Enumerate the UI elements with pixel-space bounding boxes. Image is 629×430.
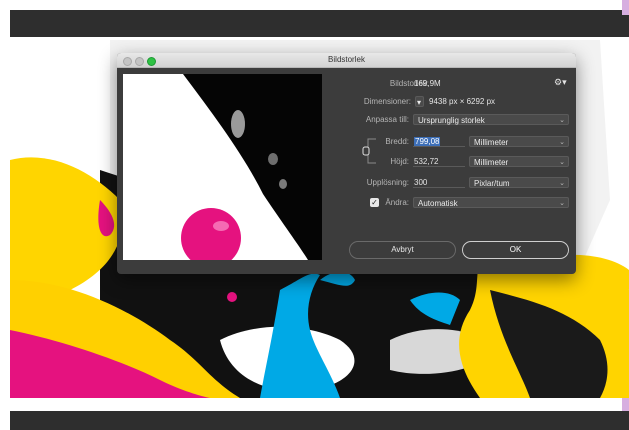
chevron-down-icon: ⌄ [559,180,565,187]
chevron-down-icon: ⌄ [559,139,565,146]
resample-label: Ändra: [385,198,409,207]
resample-select-value: Automatisk [418,199,458,208]
chevron-down-icon: ⌄ [559,117,565,124]
width-input[interactable]: 799,08 [413,136,465,147]
image-preview[interactable] [123,74,322,260]
dimensions-label: Dimensioner: [363,97,411,106]
dimensions-value: 9438 px × 6292 px [429,97,496,106]
dialog-title: Bildstorlek [328,55,365,64]
width-unit-select[interactable]: Millimeter ⌄ [469,136,569,147]
resolution-input[interactable]: 300 [413,177,465,188]
resolution-input-value: 300 [414,178,428,187]
width-label: Bredd: [385,137,409,146]
gear-icon[interactable]: ⚙▾ [554,77,567,88]
resolution-label: Upplösning: [366,178,409,187]
image-size-value: 169,9M [414,79,441,88]
image-size-dialog: Bildstorlek Bildstorlek: 169,9M ⚙▾ Dimen… [117,53,576,274]
width-input-value: 799,08 [414,137,441,146]
height-unit-select[interactable]: Millimeter ⌄ [469,156,569,167]
ok-button[interactable]: OK [462,241,569,259]
resolution-unit-value: Pixlar/tum [474,179,510,188]
chevron-down-icon: ⌄ [559,200,565,207]
height-label: Höjd: [390,157,409,166]
width-unit-value: Millimeter [474,138,509,147]
fit-to-label: Anpassa till: [365,115,409,124]
height-input[interactable]: 532,72 [413,156,465,167]
preview-image [123,74,322,260]
chevron-down-icon: ⌄ [559,159,565,166]
bottom-bar [10,411,629,430]
fit-to-select-value: Ursprunglig storlek [418,116,485,125]
top-bar [10,10,629,37]
resample-select[interactable]: Automatisk ⌄ [413,197,569,208]
resolution-unit-select[interactable]: Pixlar/tum ⌄ [469,177,569,188]
dimensions-menu-button[interactable]: ▾ [415,96,424,107]
cancel-button[interactable]: Avbryt [349,241,456,259]
edge-accent [622,398,629,411]
fit-to-select[interactable]: Ursprunglig storlek ⌄ [413,114,569,125]
height-input-value: 532,72 [414,157,439,166]
height-unit-value: Millimeter [474,158,509,167]
edge-accent [622,0,629,15]
dialog-titlebar: Bildstorlek [117,53,576,68]
